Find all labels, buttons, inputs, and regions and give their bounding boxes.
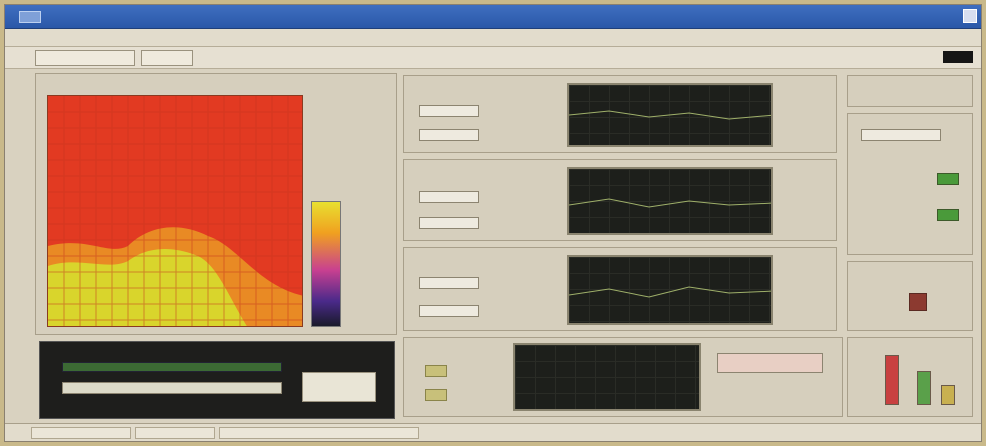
progress-bar — [62, 362, 282, 372]
heatmap — [47, 95, 303, 327]
right-info-panel — [847, 75, 973, 107]
scope-field[interactable] — [419, 217, 479, 229]
menu-bar — [5, 29, 981, 47]
action-button[interactable] — [302, 372, 376, 402]
waveform-display-3 — [567, 255, 773, 325]
level-input[interactable] — [717, 353, 823, 373]
toolbar — [5, 47, 981, 69]
level-meter-bar — [917, 371, 931, 405]
record-icon[interactable] — [909, 293, 927, 311]
meter-panel — [847, 337, 973, 417]
indicator-light — [425, 365, 447, 377]
waveform-display-1 — [567, 83, 773, 147]
scope-field[interactable] — [419, 129, 479, 141]
scope-field[interactable] — [419, 305, 479, 317]
heatmap-svg — [48, 96, 302, 326]
app-icon — [19, 11, 41, 23]
color-scale-bar — [311, 201, 341, 327]
status-bar — [5, 423, 981, 441]
mode-select[interactable] — [861, 129, 941, 141]
waveform-display-4 — [513, 343, 701, 411]
path-field[interactable] — [62, 382, 282, 394]
waveform-display-2 — [567, 167, 773, 235]
status-led — [937, 209, 959, 221]
control-box — [39, 341, 395, 419]
toolbar-button-1[interactable] — [35, 50, 135, 66]
level-meter-bar — [885, 355, 899, 405]
title-bar — [5, 5, 981, 29]
level-meter-bar — [941, 385, 955, 405]
scope-field[interactable] — [419, 191, 479, 203]
app-window — [4, 4, 982, 442]
status-cell — [219, 427, 419, 439]
indicator-light — [425, 389, 447, 401]
toolbar-indicator — [943, 51, 973, 63]
close-icon[interactable] — [963, 9, 977, 23]
scope-field[interactable] — [419, 277, 479, 289]
toolbar-button-2[interactable] — [141, 50, 193, 66]
status-cell — [31, 427, 131, 439]
scope-field[interactable] — [419, 105, 479, 117]
status-cell — [135, 427, 215, 439]
status-led — [937, 173, 959, 185]
